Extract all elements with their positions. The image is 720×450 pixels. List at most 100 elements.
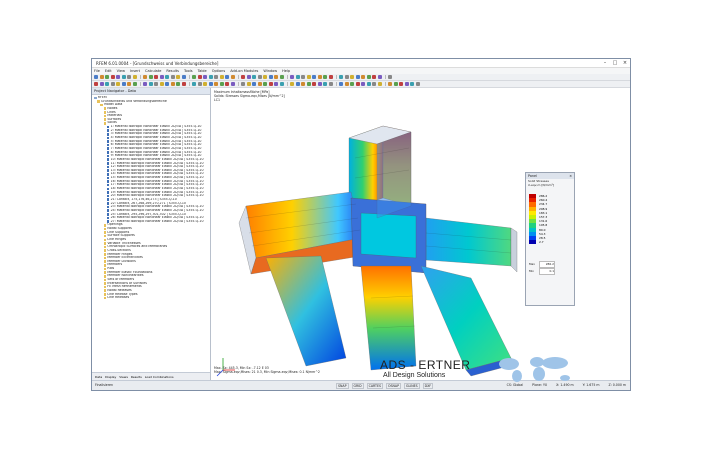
toolbar-button-icon[interactable]	[399, 82, 403, 86]
results-panel[interactable]: Panel × Solid Stresses σ-eqv,m [N/mm²] 2…	[525, 172, 575, 306]
toolbar-button-icon[interactable]	[350, 82, 354, 86]
toolbar-button-icon[interactable]	[214, 82, 218, 86]
toolbar-button-icon[interactable]	[361, 75, 365, 79]
tree-item[interactable]: Line Releases	[92, 296, 210, 300]
toolbar-button-icon[interactable]	[225, 82, 229, 86]
toolbar-button-icon[interactable]	[99, 75, 104, 79]
toolbar-button-icon[interactable]	[252, 75, 256, 79]
toolbar-button-icon[interactable]	[301, 82, 305, 86]
toolbar-button-icon[interactable]	[388, 75, 392, 79]
toolbar-button-icon[interactable]	[279, 82, 284, 86]
menu-item[interactable]: Edit	[105, 69, 112, 73]
toolbar-button-icon[interactable]	[192, 82, 196, 86]
toolbar-button-icon[interactable]	[121, 75, 126, 79]
toolbar-button-icon[interactable]	[176, 82, 180, 86]
menu-item[interactable]: File	[94, 69, 100, 73]
toolbar-button-icon[interactable]	[295, 75, 300, 79]
toolbar-button-icon[interactable]	[344, 82, 349, 86]
toolbar-button-icon[interactable]	[241, 75, 245, 79]
toolbar-button-icon[interactable]	[350, 75, 354, 79]
menu-item[interactable]: Tools	[184, 69, 193, 73]
toolbar-button-icon[interactable]	[355, 82, 360, 86]
toolbar-button-icon[interactable]	[257, 75, 262, 79]
toolbar-button-icon[interactable]	[165, 75, 169, 79]
toolbar-button-icon[interactable]	[165, 82, 169, 86]
toolbar-button-icon[interactable]	[263, 82, 267, 86]
toolbar-button-icon[interactable]	[274, 75, 278, 79]
toolbar-button-icon[interactable]	[388, 82, 392, 86]
toolbar-button-icon[interactable]	[208, 82, 213, 86]
toolbar-button-icon[interactable]	[257, 82, 262, 86]
navigator-tab[interactable]: Data	[95, 375, 102, 379]
toolbar-button-icon[interactable]	[105, 75, 109, 79]
toolbar-button-icon[interactable]	[116, 75, 120, 79]
menu-item[interactable]: Add-on Modules	[230, 69, 258, 73]
close-icon[interactable]: ×	[569, 173, 574, 179]
menu-item[interactable]: Window	[263, 69, 277, 73]
status-mode-toggle[interactable]: SNAP	[336, 383, 349, 389]
toolbar-button-icon[interactable]	[263, 75, 267, 79]
menu-item[interactable]: Options	[212, 69, 226, 73]
toolbar-button-icon[interactable]	[110, 82, 115, 86]
navigator-tab[interactable]: Display	[105, 375, 116, 379]
toolbar-button-icon[interactable]	[94, 75, 98, 79]
toolbar-button-icon[interactable]	[159, 82, 164, 86]
toolbar-button-icon[interactable]	[415, 82, 420, 86]
toolbar-button-icon[interactable]	[214, 75, 218, 79]
toolbar-button-icon[interactable]	[246, 82, 251, 86]
toolbar-button-icon[interactable]	[219, 82, 224, 86]
toolbar-button-icon[interactable]	[410, 82, 414, 86]
model-view[interactable]: Maximum Inhaltsmassfläche [MPa] Solids: …	[211, 88, 630, 380]
toolbar-button-icon[interactable]	[268, 82, 273, 86]
toolbar-button-icon[interactable]	[225, 75, 229, 79]
toolbar-button-icon[interactable]	[99, 82, 104, 86]
toolbar-button-icon[interactable]	[230, 82, 235, 86]
toolbar-button-icon[interactable]	[132, 75, 137, 79]
toolbar-button-icon[interactable]	[159, 75, 164, 79]
toolbar-button-icon[interactable]	[241, 82, 245, 86]
menu-item[interactable]: Table	[198, 69, 207, 73]
toolbar-button-icon[interactable]	[339, 82, 343, 86]
toolbar-button-icon[interactable]	[121, 82, 126, 86]
toolbar-button-icon[interactable]	[317, 75, 322, 79]
toolbar-button-icon[interactable]	[176, 75, 180, 79]
toolbar-button-icon[interactable]	[306, 75, 311, 79]
toolbar-button-icon[interactable]	[148, 82, 153, 86]
menu-item[interactable]: View	[117, 69, 125, 73]
menu-item[interactable]: Results	[166, 69, 179, 73]
navigator-tab[interactable]: Load Combinations	[145, 375, 174, 379]
toolbar-button-icon[interactable]	[154, 75, 158, 79]
toolbar-button-icon[interactable]	[181, 75, 186, 79]
toolbar-button-icon[interactable]	[312, 75, 316, 79]
toolbar-button-icon[interactable]	[279, 75, 284, 79]
toolbar-button-icon[interactable]	[127, 75, 131, 79]
toolbar-button-icon[interactable]	[127, 82, 131, 86]
toolbar-button-icon[interactable]	[181, 82, 186, 86]
toolbar-button-icon[interactable]	[323, 82, 327, 86]
menu-item[interactable]: Insert	[130, 69, 140, 73]
toolbar-button-icon[interactable]	[246, 75, 251, 79]
toolbar-button-icon[interactable]	[366, 75, 371, 79]
toolbar-button-icon[interactable]	[290, 75, 294, 79]
toolbar-button-icon[interactable]	[116, 82, 120, 86]
toolbar-button-icon[interactable]	[301, 75, 305, 79]
toolbar-button-icon[interactable]	[192, 75, 196, 79]
toolbar-button-icon[interactable]	[148, 75, 153, 79]
toolbar-button-icon[interactable]	[197, 82, 202, 86]
toolbar-button-icon[interactable]	[355, 75, 360, 79]
toolbar-button-icon[interactable]	[339, 75, 343, 79]
toolbar-button-icon[interactable]	[306, 82, 311, 86]
toolbar-button-icon[interactable]	[252, 82, 256, 86]
toolbar-button-icon[interactable]	[154, 82, 158, 86]
toolbar-button-icon[interactable]	[110, 75, 115, 79]
toolbar-button-icon[interactable]	[132, 82, 137, 86]
toolbar-button-icon[interactable]	[268, 75, 273, 79]
toolbar-button-icon[interactable]	[295, 82, 300, 86]
toolbar-button-icon[interactable]	[317, 82, 322, 86]
toolbar-button-icon[interactable]	[372, 75, 376, 79]
toolbar-button-icon[interactable]	[404, 82, 409, 86]
toolbar-button-icon[interactable]	[274, 82, 278, 86]
toolbar-button-icon[interactable]	[197, 75, 202, 79]
toolbar-button-icon[interactable]	[377, 82, 382, 86]
toolbar-button-icon[interactable]	[170, 82, 175, 86]
